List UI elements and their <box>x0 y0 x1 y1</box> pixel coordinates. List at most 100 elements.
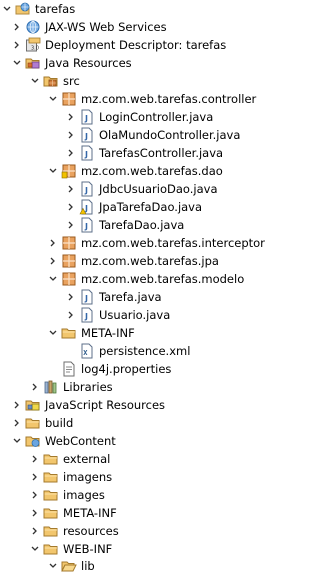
tree-row-images[interactable]: images <box>0 486 296 504</box>
tree-row-usuario-java[interactable]: J Usuario.java <box>0 306 320 324</box>
chevron-right-icon[interactable] <box>30 522 40 540</box>
tree-row-label: JAX-WS Web Services <box>45 20 167 34</box>
tree-row-meta-inf-src[interactable]: META-INF <box>0 324 314 342</box>
java-file-icon: J <box>79 217 95 233</box>
tree-row-label: mz.com.web.tarefas.controller <box>81 92 257 106</box>
tree-row-package-modelo[interactable]: mz.com.web.tarefas.modelo <box>0 270 314 288</box>
tree-row-label: images <box>63 488 105 502</box>
tree-row-imagens[interactable]: imagens <box>0 468 296 486</box>
chevron-right-icon[interactable] <box>66 216 76 234</box>
web-project-icon <box>15 1 31 17</box>
svg-text:J: J <box>84 186 88 195</box>
tree-row-build[interactable]: build <box>0 414 278 432</box>
tree-row-label: JpaTarefaDao.java <box>99 200 203 214</box>
chevron-right-icon[interactable] <box>12 36 22 54</box>
tree-row-label: Libraries <box>63 380 113 394</box>
chevron-right-icon[interactable] <box>66 198 76 216</box>
web-services-icon <box>25 19 41 35</box>
java-file-icon: J <box>79 145 95 161</box>
chevron-right-icon[interactable] <box>30 378 40 396</box>
chevron-right-icon[interactable] <box>30 468 40 486</box>
tree-row-tarefas[interactable]: tarefas <box>0 0 268 18</box>
tree-row-olamundocontroller-java[interactable]: J OlaMundoController.java <box>0 126 320 144</box>
folder-icon <box>43 541 59 557</box>
tree-row-label: JavaScript Resources <box>45 398 166 412</box>
chevron-down-icon[interactable] <box>48 90 58 108</box>
chevron-right-icon[interactable] <box>12 414 22 432</box>
tree-row-resources[interactable]: resources <box>0 522 296 540</box>
chevron-right-icon[interactable] <box>66 126 76 144</box>
tree-row-logincontroller-java[interactable]: J LoginController.java <box>0 108 320 126</box>
tree-row-label: TarefaDao.java <box>99 218 185 232</box>
folder-icon <box>43 451 59 467</box>
tree-row-label: build <box>45 416 74 430</box>
chevron-right-icon[interactable] <box>48 234 58 252</box>
tree-row-label: mz.com.web.tarefas.modelo <box>81 272 245 286</box>
tree-row-label: resources <box>63 524 119 538</box>
chevron-right-icon[interactable] <box>66 144 76 162</box>
tree-row-label: Usuario.java <box>99 308 171 322</box>
tree-row-jdbcusuariodao-java[interactable]: J JdbcUsuarioDao.java <box>0 180 320 198</box>
tree-row-tarefadao-java[interactable]: J TarefaDao.java <box>0 216 320 234</box>
chevron-right-icon[interactable] <box>66 180 76 198</box>
chevron-down-icon[interactable] <box>48 270 58 288</box>
tree-row-java-resources[interactable]: Java Resources <box>0 54 278 72</box>
javascript-resources-icon <box>25 397 41 413</box>
web-folder-icon <box>25 433 41 449</box>
chevron-down-icon[interactable] <box>30 72 40 90</box>
tree-row-src[interactable]: src <box>0 72 296 90</box>
tree-row-label: mz.com.web.tarefas.jpa <box>81 254 219 268</box>
tree-row-label: log4j.properties <box>81 362 172 376</box>
svg-text:J: J <box>84 132 88 141</box>
chevron-down-icon[interactable] <box>48 557 58 575</box>
tree-row-tarefa-java[interactable]: J Tarefa.java <box>0 288 320 306</box>
tree-row-label: TarefasController.java <box>99 146 224 160</box>
package-icon <box>61 253 77 269</box>
svg-text:3.0: 3.0 <box>31 46 39 52</box>
folder-icon <box>61 325 77 341</box>
tree-row-label: META-INF <box>81 326 135 340</box>
chevron-down-icon[interactable] <box>48 162 58 180</box>
tree-row-label: Java Resources <box>45 56 132 70</box>
tree-row-tarefascontroller-java[interactable]: J TarefasController.java <box>0 144 320 162</box>
tree-row-javascript-resources[interactable]: JavaScript Resources <box>0 396 278 414</box>
xml-file-icon: X <box>79 343 95 359</box>
chevron-right-icon[interactable] <box>12 18 22 36</box>
tree-row-meta-inf-webcontent[interactable]: META-INF <box>0 504 296 522</box>
tree-row-log4j-properties[interactable]: log4j.properties <box>0 360 320 378</box>
tree-row-package-jpa[interactable]: mz.com.web.tarefas.jpa <box>0 252 314 270</box>
chevron-down-icon[interactable] <box>2 0 12 18</box>
tree-row-webcontent[interactable]: WebContent <box>0 432 278 450</box>
source-folder-icon <box>43 73 59 89</box>
tree-row-external[interactable]: external <box>0 450 296 468</box>
tree-row-label: LoginController.java <box>99 110 214 124</box>
chevron-right-icon[interactable] <box>30 486 40 504</box>
tree-row-jpatarefadao-java[interactable]: J JpaTarefaDao.java <box>0 198 320 216</box>
chevron-right-icon[interactable] <box>66 306 76 324</box>
tree-row-package-interceptor[interactable]: mz.com.web.tarefas.interceptor <box>0 234 314 252</box>
tree-row-label: lib <box>81 559 95 573</box>
chevron-right-icon[interactable] <box>30 504 40 522</box>
tree-row-label: mz.com.web.tarefas.interceptor <box>81 236 265 250</box>
chevron-right-icon[interactable] <box>30 450 40 468</box>
chevron-down-icon[interactable] <box>12 54 22 72</box>
chevron-down-icon[interactable] <box>30 540 40 558</box>
tree-row-libraries[interactable]: Libraries <box>0 378 296 396</box>
package-icon <box>61 271 77 287</box>
tree-row-package-dao[interactable]: mz.com.web.tarefas.dao <box>0 162 314 180</box>
tree-row-persistence-xml[interactable]: X persistence.xml <box>0 342 320 360</box>
folder-icon <box>43 469 59 485</box>
tree-row-jax-ws-web-services[interactable]: JAX-WS Web Services <box>0 18 278 36</box>
chevron-down-icon[interactable] <box>12 432 22 450</box>
chevron-right-icon[interactable] <box>48 252 58 270</box>
java-file-warning-icon: J <box>79 199 95 215</box>
chevron-right-icon[interactable] <box>66 108 76 126</box>
tree-row-package-controller[interactable]: mz.com.web.tarefas.controller <box>0 90 314 108</box>
tree-row-web-inf[interactable]: WEB-INF <box>0 540 296 558</box>
chevron-down-icon[interactable] <box>48 324 58 342</box>
tree-row-lib[interactable]: lib <box>0 557 314 575</box>
chevron-right-icon[interactable] <box>12 396 22 414</box>
deployment-descriptor-icon: 3.0 <box>25 37 41 53</box>
chevron-right-icon[interactable] <box>66 288 76 306</box>
tree-row-deployment-descriptor[interactable]: 3.0 Deployment Descriptor: tarefas <box>0 36 278 54</box>
